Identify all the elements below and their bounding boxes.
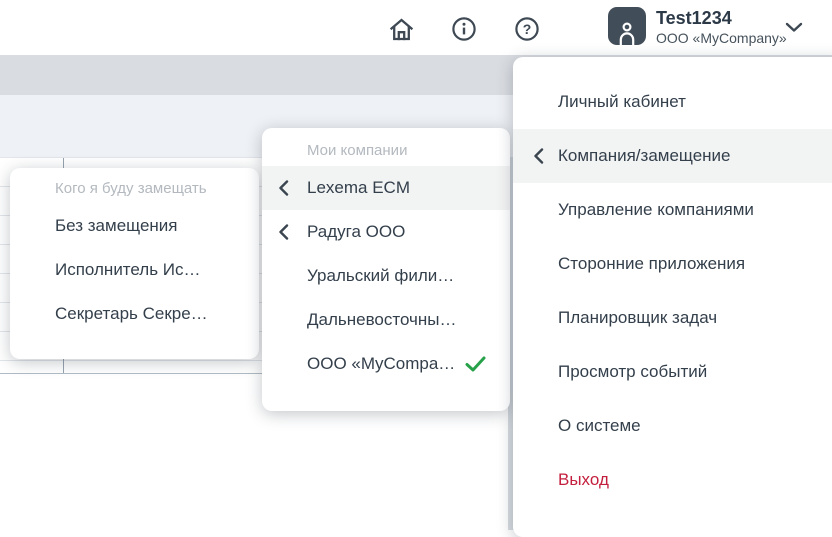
- menu-item-label: Исполнитель Ис…: [55, 260, 201, 280]
- menu-item-label: Lexema ECM: [307, 178, 410, 198]
- check-icon: [465, 356, 486, 372]
- home-button[interactable]: [387, 15, 415, 43]
- top-bar: ? Test1234 ООО «MyCompany»: [0, 0, 832, 55]
- substitution-menu: Кого я буду замещать Без замещения Испол…: [10, 168, 259, 359]
- help-icon: ?: [514, 16, 540, 42]
- menu-item-label: Просмотр событий: [558, 362, 707, 382]
- substitution-menu-header: Кого я буду замещать: [10, 172, 259, 204]
- menu-item-label: Планировщик задач: [558, 308, 717, 328]
- companies-menu: Мои компании Lexema ECM Радуга ООО Ураль…: [262, 128, 510, 411]
- menu-item-label: ООО «MyCompa…: [307, 354, 455, 374]
- help-button[interactable]: ?: [513, 15, 541, 43]
- menu-item-company-raduga[interactable]: Радуга ООО: [262, 210, 510, 254]
- menu-item-substitute-ispolnitel[interactable]: Исполнитель Ис…: [10, 248, 259, 292]
- menu-item-label: Уральский фили…: [307, 266, 454, 286]
- menu-item-task-scheduler[interactable]: Планировщик задач: [513, 291, 832, 345]
- companies-menu-header: Мои компании: [262, 134, 510, 166]
- user-menu: Личный кабинет Компания/замещение Управл…: [513, 57, 832, 537]
- menu-item-label: Дальневосточны…: [307, 310, 457, 330]
- home-icon: [388, 16, 415, 43]
- menu-item-company-substitution[interactable]: Компания/замещение: [513, 129, 832, 183]
- menu-item-company-dalnevostochny[interactable]: Дальневосточны…: [262, 298, 510, 342]
- menu-item-company-lexema-ecm[interactable]: Lexema ECM: [262, 166, 510, 210]
- menu-item-third-party-apps[interactable]: Сторонние приложения: [513, 237, 832, 291]
- menu-item-label: Управление компаниями: [558, 200, 754, 220]
- user-menu-caret[interactable]: [785, 18, 803, 36]
- menu-item-company-uralsky[interactable]: Уральский фили…: [262, 254, 510, 298]
- info-icon: [451, 16, 477, 42]
- menu-item-about-system[interactable]: О системе: [513, 399, 832, 453]
- menu-item-company-management[interactable]: Управление компаниями: [513, 183, 832, 237]
- menu-item-company-mycompany[interactable]: ООО «MyCompa…: [262, 342, 510, 386]
- menu-item-label: Выход: [558, 470, 609, 490]
- menu-item-personal-cabinet[interactable]: Личный кабинет: [513, 75, 832, 129]
- menu-item-label: Без замещения: [55, 216, 178, 236]
- user-menu-trigger[interactable]: Test1234 ООО «MyCompany»: [656, 8, 787, 46]
- user-company: ООО «MyCompany»: [656, 30, 787, 46]
- menu-item-label: Сторонние приложения: [558, 254, 745, 274]
- menu-item-label: Личный кабинет: [558, 92, 686, 112]
- info-button[interactable]: [450, 15, 478, 43]
- user-avatar[interactable]: [608, 7, 646, 45]
- user-name: Test1234: [656, 8, 787, 29]
- menu-item-event-viewer[interactable]: Просмотр событий: [513, 345, 832, 399]
- menu-item-no-substitution[interactable]: Без замещения: [10, 204, 259, 248]
- chevron-left-icon: [533, 148, 544, 164]
- user-icon: [615, 19, 639, 45]
- chevron-down-icon: [785, 22, 803, 33]
- menu-item-logout[interactable]: Выход: [513, 453, 832, 507]
- menu-item-label: Секретарь Секре…: [55, 304, 208, 324]
- menu-item-label: Радуга ООО: [307, 222, 405, 242]
- chevron-left-icon: [278, 224, 289, 240]
- menu-item-label: О системе: [558, 416, 641, 436]
- menu-item-substitute-sekretar[interactable]: Секретарь Секре…: [10, 292, 259, 336]
- svg-text:?: ?: [523, 21, 532, 37]
- menu-item-label: Компания/замещение: [558, 146, 731, 166]
- chevron-left-icon: [278, 180, 289, 196]
